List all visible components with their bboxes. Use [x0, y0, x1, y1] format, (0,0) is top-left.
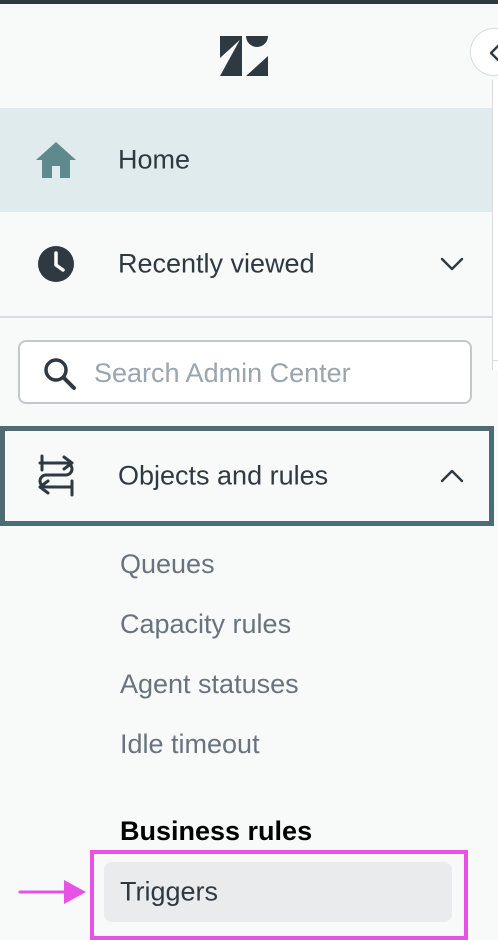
- nav-item-objects-and-rules-label: Objects and rules: [118, 460, 329, 491]
- subnav-item-capacity-rules[interactable]: Capacity rules: [120, 609, 291, 640]
- subnav-item-queues[interactable]: Queues: [120, 549, 215, 580]
- search-icon: [44, 358, 76, 390]
- search-admin-center[interactable]: [18, 340, 472, 404]
- section-title-business-rules: Business rules: [120, 816, 313, 846]
- clock-icon: [38, 246, 74, 282]
- main-panel-edge: [492, 80, 498, 370]
- objects-rules-icon: [38, 454, 74, 497]
- chevron-down-icon: [440, 257, 464, 271]
- chevron-left-icon: [489, 44, 498, 62]
- arrow-right-icon: [18, 880, 86, 904]
- nav-divider: [0, 316, 492, 318]
- nav-item-recently-viewed-label: Recently viewed: [118, 248, 315, 279]
- collapse-sidebar-button[interactable]: [470, 28, 498, 76]
- subnav-item-idle-timeout[interactable]: Idle timeout: [120, 729, 260, 760]
- nav-item-recently-viewed[interactable]: Recently viewed: [0, 212, 492, 316]
- annotation-highlight-box: [90, 850, 468, 940]
- nav-item-home[interactable]: Home: [0, 108, 492, 212]
- chevron-up-icon: [440, 469, 464, 483]
- nav-item-objects-and-rules[interactable]: Objects and rules: [0, 426, 494, 526]
- admin-center-sidebar: Home Recently viewed Objects and rules: [0, 0, 498, 940]
- zendesk-logo-icon[interactable]: [216, 36, 272, 76]
- home-icon: [36, 142, 76, 178]
- search-input[interactable]: [92, 350, 456, 396]
- subnav-item-agent-statuses[interactable]: Agent statuses: [120, 669, 299, 700]
- edge-divider: [493, 360, 498, 361]
- top-border: [0, 0, 498, 4]
- nav-item-home-label: Home: [118, 144, 191, 175]
